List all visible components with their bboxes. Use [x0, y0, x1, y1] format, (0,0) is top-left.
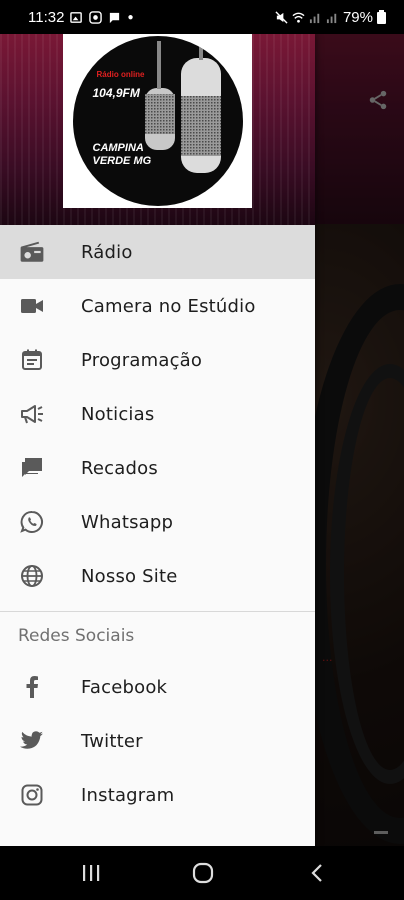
- menu-label: Rádio: [81, 241, 133, 263]
- whatsapp-icon: [18, 508, 46, 536]
- menu-label: Programação: [81, 349, 203, 371]
- radio-logo: Rádio online 104,9FM CAMPINA VERDE MG: [63, 34, 252, 208]
- back-icon: [311, 864, 322, 882]
- mute-icon: [275, 10, 288, 24]
- recent-apps-icon: [83, 865, 100, 881]
- status-bar: 11:32 ● 79%: [0, 0, 404, 34]
- globe-icon: [18, 562, 46, 590]
- section-title-redes-sociais: Redes Sociais: [18, 626, 135, 646]
- drawer-scrim[interactable]: [315, 34, 404, 846]
- logo-tagline: Rádio online: [96, 70, 145, 79]
- twitter-icon: [18, 727, 46, 755]
- menu-label: Facebook: [81, 676, 168, 698]
- menu-label: Whatsapp: [81, 511, 174, 533]
- app-notification-icon: [89, 10, 103, 24]
- wifi-icon: [292, 12, 305, 23]
- signal-icon-2: [326, 13, 337, 23]
- menu-item-twitter[interactable]: Twitter: [0, 714, 315, 768]
- home-icon: [192, 862, 214, 884]
- menu-label: Noticias: [81, 403, 155, 425]
- menu-item-radio[interactable]: Rádio: [0, 225, 315, 279]
- menu-label: Camera no Estúdio: [81, 295, 256, 317]
- menu-item-instagram[interactable]: Instagram: [0, 768, 315, 822]
- battery-percent: 79%: [342, 8, 373, 26]
- menu-label: Nosso Site: [81, 565, 178, 587]
- signal-icon: [309, 13, 320, 23]
- drawer-menu: Rádio Camera no Estúdio Programação Noti…: [0, 225, 315, 822]
- menu-item-nosso-site[interactable]: Nosso Site: [0, 549, 315, 603]
- menu-item-programacao[interactable]: Programação: [0, 333, 315, 387]
- drawer-header: Rádio online 104,9FM CAMPINA VERDE MG: [0, 34, 315, 225]
- home-button[interactable]: [188, 860, 218, 886]
- logo-city-line2: VERDE MG: [92, 155, 152, 167]
- menu-label: Twitter: [81, 730, 143, 752]
- menu-item-recados[interactable]: Recados: [0, 441, 315, 495]
- logo-frequency: 104,9FM: [92, 86, 140, 100]
- menu-label: Recados: [81, 457, 158, 479]
- menu-item-facebook[interactable]: Facebook: [0, 660, 315, 714]
- logo-city-line1: CAMPINA: [92, 142, 144, 154]
- videocam-icon: [18, 292, 46, 320]
- more-notifications-dot: ●: [127, 11, 134, 23]
- battery-icon: [377, 10, 386, 24]
- status-time: 11:32: [28, 8, 65, 26]
- menu-item-camera[interactable]: Camera no Estúdio: [0, 279, 315, 333]
- menu-item-noticias[interactable]: Noticias: [0, 387, 315, 441]
- chat-icon: [18, 454, 46, 482]
- calendar-icon: [18, 346, 46, 374]
- message-notification-icon: [110, 12, 120, 23]
- navigation-drawer: Rádio online 104,9FM CAMPINA VERDE MG Rá…: [0, 34, 315, 846]
- gallery-notification-icon: [70, 11, 83, 23]
- facebook-icon: [18, 673, 46, 701]
- menu-item-whatsapp[interactable]: Whatsapp: [0, 495, 315, 549]
- radio-icon: [18, 238, 46, 266]
- menu-label: Instagram: [81, 784, 175, 806]
- logo-circle: Rádio online 104,9FM CAMPINA VERDE MG: [72, 36, 243, 206]
- recent-apps-button[interactable]: [76, 860, 106, 886]
- back-button[interactable]: [302, 860, 332, 886]
- microphone-image: [144, 36, 221, 173]
- instagram-icon: [18, 781, 46, 809]
- megaphone-icon: [18, 400, 46, 428]
- system-navigation-bar: [0, 846, 404, 900]
